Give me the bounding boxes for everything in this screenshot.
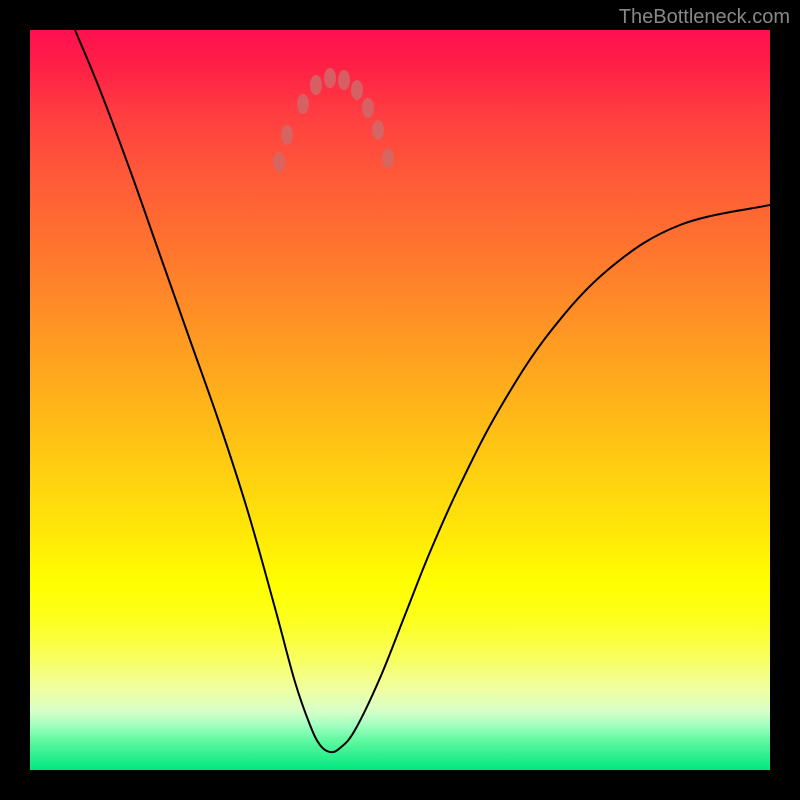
minimum-dot xyxy=(310,75,322,95)
minimum-dot xyxy=(351,80,363,100)
minimum-dot xyxy=(362,98,374,118)
minimum-dot xyxy=(372,120,384,140)
chart-plot-area xyxy=(30,30,770,770)
minimum-dot xyxy=(382,148,394,168)
bottleneck-curve xyxy=(75,30,770,752)
minimum-dot xyxy=(281,125,293,145)
chart-svg xyxy=(30,30,770,770)
minimum-dots-group xyxy=(273,68,394,172)
minimum-dot xyxy=(324,68,336,88)
watermark-text: TheBottleneck.com xyxy=(619,6,790,29)
minimum-dot xyxy=(338,70,350,90)
minimum-dot xyxy=(297,94,309,114)
minimum-dot xyxy=(273,152,285,172)
